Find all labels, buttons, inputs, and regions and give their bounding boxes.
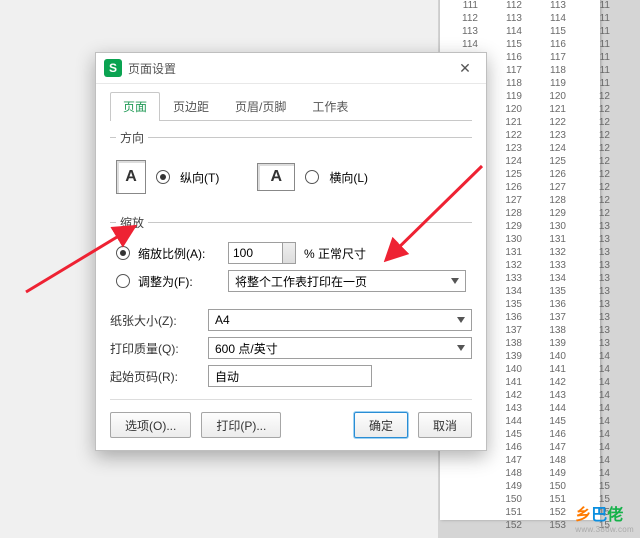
scaling-group: 缩放 缩放比例(A): 100 ▲▼ % 正常尺寸 调整为(F): 将整个工作表… — [110, 214, 472, 299]
print-button[interactable]: 打印(P)... — [201, 412, 281, 438]
scale-ratio-label: 缩放比例(A): — [138, 245, 220, 262]
portrait-icon: A — [116, 160, 146, 194]
paper-size-label: 纸张大小(Z): — [110, 312, 202, 329]
scale-fit-label: 调整为(F): — [138, 273, 220, 290]
tab-header-footer[interactable]: 页眉/页脚 — [222, 92, 299, 120]
dialog-title: 页面设置 — [128, 60, 452, 77]
portrait-radio[interactable] — [156, 170, 170, 184]
orientation-group: 方向 A 纵向(T) A 横向(L) — [110, 129, 472, 204]
tab-page[interactable]: 页面 — [110, 92, 160, 121]
scale-fit-radio[interactable] — [116, 274, 130, 288]
scale-ratio-radio[interactable] — [116, 246, 130, 260]
landscape-radio[interactable] — [305, 170, 319, 184]
scale-fit-dropdown[interactable]: 将整个工作表打印在一页 — [228, 270, 466, 292]
tab-margins[interactable]: 页边距 — [160, 92, 222, 120]
start-page-input[interactable]: 自动 — [208, 365, 372, 387]
scaling-legend: 缩放 — [116, 214, 148, 231]
close-icon[interactable]: ✕ — [452, 60, 478, 77]
dialog-titlebar[interactable]: S 页面设置 ✕ — [96, 53, 486, 84]
paper-size-dropdown[interactable]: A4 — [208, 309, 472, 331]
start-page-label: 起始页码(R): — [110, 368, 202, 385]
tab-bar: 页面 页边距 页眉/页脚 工作表 — [110, 92, 472, 121]
page-setup-dialog: S 页面设置 ✕ 页面 页边距 页眉/页脚 工作表 方向 A 纵向(T) A 横… — [95, 52, 487, 451]
scale-ratio-spinner[interactable]: 100 ▲▼ — [228, 242, 296, 264]
ok-button[interactable]: 确定 — [354, 412, 408, 438]
print-quality-dropdown[interactable]: 600 点/英寸 — [208, 337, 472, 359]
orientation-legend: 方向 — [116, 129, 148, 146]
cancel-button[interactable]: 取消 — [418, 412, 472, 438]
print-quality-label: 打印质量(Q): — [110, 340, 202, 357]
scale-ratio-suffix: % 正常尺寸 — [304, 245, 366, 262]
options-button[interactable]: 选项(O)... — [110, 412, 191, 438]
portrait-label: 纵向(T) — [180, 169, 219, 186]
app-icon: S — [104, 59, 122, 77]
tab-sheet[interactable]: 工作表 — [299, 92, 361, 120]
landscape-icon: A — [257, 163, 295, 191]
landscape-label: 横向(L) — [329, 169, 368, 186]
